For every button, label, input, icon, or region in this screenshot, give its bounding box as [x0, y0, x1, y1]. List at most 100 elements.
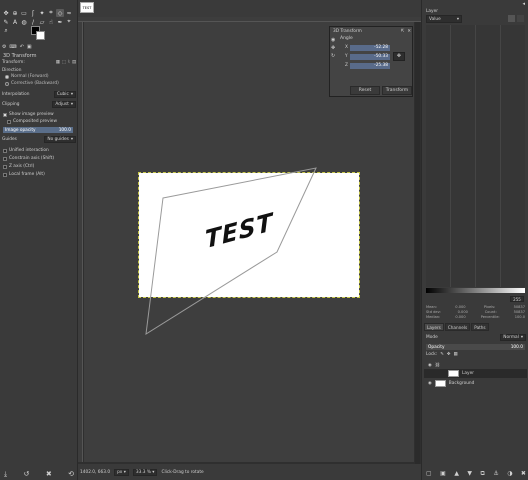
- camera-tab-icon[interactable]: ◉: [331, 37, 336, 43]
- undo-history-tab-icon[interactable]: ↶: [20, 44, 24, 50]
- raise-layer-icon[interactable]: ▲: [454, 470, 459, 478]
- layer-name: Background: [448, 381, 475, 386]
- guides-dropdown[interactable]: No guides ▾: [44, 136, 76, 143]
- x-label: X: [345, 45, 348, 50]
- text-tool-icon[interactable]: A: [11, 18, 19, 26]
- z-angle-field[interactable]: Z -25.38: [345, 62, 390, 69]
- delete-layer-icon[interactable]: ✖: [521, 470, 526, 478]
- range-max-field[interactable]: 255: [510, 296, 524, 302]
- chevron-down-icon: ▾: [70, 92, 73, 97]
- x-angle-field[interactable]: X -52.28: [345, 44, 390, 51]
- mode-dropdown[interactable]: Normal ▾: [500, 334, 526, 341]
- new-group-icon[interactable]: ▣: [440, 470, 446, 478]
- log-scale-icon[interactable]: [517, 15, 524, 22]
- status-bar: 1402.0, 663.0 px ▾ 33.3 % ▾ Click-Drag t…: [78, 464, 421, 480]
- mask-layer-icon[interactable]: ◑: [507, 470, 512, 478]
- vertical-scrollbar[interactable]: [415, 22, 420, 464]
- paint-tool-icon[interactable]: ✎: [2, 18, 10, 26]
- anchor-layer-icon[interactable]: ⚓: [493, 470, 498, 478]
- reset-button[interactable]: Reset: [350, 86, 380, 95]
- tab-channels[interactable]: Channels: [444, 323, 471, 331]
- zoom-tool-icon[interactable]: ⌕: [2, 27, 10, 35]
- tab-layers[interactable]: Layers: [424, 323, 444, 331]
- y-angle-field[interactable]: Y -50.33: [345, 53, 390, 60]
- reset-options-icon[interactable]: ⟲: [68, 470, 74, 479]
- dialog-header: 3D Transform ⇱ ✕: [330, 27, 414, 35]
- transform-button[interactable]: Transform: [382, 86, 412, 95]
- clipping-dropdown[interactable]: Adjust ▾: [52, 101, 76, 108]
- transform-selection-icon[interactable]: ⬚: [62, 60, 66, 65]
- image-tab[interactable]: TEST: [80, 2, 94, 13]
- constrain-axis-checkbox[interactable]: Constrain axis (Shift): [3, 156, 54, 161]
- visibility-eye-icon[interactable]: ◉: [428, 363, 432, 368]
- linear-scale-icon[interactable]: [508, 15, 515, 22]
- transform-layer-icon[interactable]: ▦: [56, 60, 60, 65]
- zoom-dropdown[interactable]: 33.3 % ▾: [132, 468, 158, 476]
- eraser-tool-icon[interactable]: ▱: [38, 18, 46, 26]
- readjust-icon[interactable]: ⇱: [401, 29, 405, 34]
- rect-select-icon[interactable]: ▭: [20, 9, 28, 17]
- lock-label: Lock:: [426, 352, 438, 357]
- lower-layer-icon[interactable]: ▼: [467, 470, 472, 478]
- save-preset-icon[interactable]: ⤓: [4, 470, 7, 479]
- tool-options-tab-icon[interactable]: ⚙: [2, 44, 6, 50]
- duplicate-layer-icon[interactable]: ⧉: [481, 470, 485, 478]
- lock-position-icon[interactable]: ✥: [447, 352, 451, 357]
- rotate-tab-icon[interactable]: ↻: [331, 53, 336, 59]
- opacity-value: 100.0: [510, 344, 523, 350]
- images-tab-icon[interactable]: ▣: [27, 44, 32, 50]
- composited-preview-checkbox[interactable]: Composited preview: [7, 119, 57, 124]
- tab-paths[interactable]: Paths: [471, 323, 489, 331]
- layer-opacity-slider[interactable]: Opacity 100.0: [426, 344, 525, 350]
- visibility-eye-icon[interactable]: ◉: [428, 381, 432, 386]
- image-opacity-label: Image opacity: [5, 127, 36, 133]
- crop-tool-icon[interactable]: ⌗: [47, 9, 55, 17]
- histogram-stats: Mean: 0.000 Pixels: 50837 Std dev: 0.000 Coun…: [426, 305, 525, 320]
- background-color-swatch[interactable]: [36, 31, 45, 40]
- lock-pixels-icon[interactable]: ✎: [440, 352, 444, 357]
- pivot-icon[interactable]: ✥: [393, 52, 405, 61]
- transform-image-icon[interactable]: ▤: [72, 60, 76, 65]
- transform-path-icon[interactable]: ⌇: [68, 60, 70, 65]
- toolbox-panel: ✥ ⊕ ▭ ʃ ✦ ⌗ ◇ ≈ ✎ A ◍ / ▱ ☝ ✒ ⌖ ⌕ ⚙ ⌨ ↶ …: [0, 0, 78, 480]
- align-tool-icon[interactable]: ⊕: [11, 9, 19, 17]
- move-tool-icon[interactable]: ✥: [2, 9, 10, 17]
- transform-3d-tool-icon[interactable]: ◇: [56, 9, 64, 17]
- z-value[interactable]: -25.38: [349, 62, 390, 69]
- device-status-tab-icon[interactable]: ⌨: [9, 44, 16, 50]
- vertical-ruler[interactable]: [78, 22, 83, 462]
- panel-menu-icon[interactable]: ◂: [522, 1, 525, 7]
- path-tool-icon[interactable]: ✒: [56, 18, 64, 26]
- x-value[interactable]: -52.28: [349, 44, 390, 51]
- direction-normal-radio[interactable]: Normal (Forward): [5, 74, 49, 79]
- fuzzy-select-icon[interactable]: ✦: [38, 9, 46, 17]
- close-icon[interactable]: ✕: [407, 29, 411, 34]
- move-tab-icon[interactable]: ✥: [331, 45, 336, 51]
- new-layer-icon[interactable]: ▢: [426, 470, 432, 478]
- interpolation-dropdown[interactable]: Cubic ▾: [53, 91, 76, 98]
- brush-tool-icon[interactable]: /: [29, 18, 37, 26]
- y-value[interactable]: -50.33: [349, 53, 390, 60]
- delete-preset-icon[interactable]: ✖: [46, 470, 52, 479]
- layer-row-selected[interactable]: Layer: [424, 369, 527, 378]
- z-axis-checkbox[interactable]: Z axis (Ctrl): [3, 164, 34, 169]
- smudge-tool-icon[interactable]: ☝: [47, 18, 55, 26]
- show-preview-checkbox[interactable]: Show image preview: [3, 112, 54, 117]
- unified-interaction-checkbox[interactable]: Unified interaction: [3, 148, 49, 153]
- bucket-tool-icon[interactable]: ◍: [20, 18, 28, 26]
- chain-icon[interactable]: ⛓: [435, 363, 440, 368]
- histogram-graph[interactable]: [426, 25, 525, 287]
- image-opacity-slider[interactable]: Image opacity 100.0: [3, 127, 73, 133]
- color-picker-icon[interactable]: ⌖: [65, 18, 73, 26]
- warp-tool-icon[interactable]: ≈: [65, 9, 73, 17]
- lock-alpha-icon[interactable]: ▦: [453, 352, 457, 357]
- channel-dropdown[interactable]: Value ▾: [426, 15, 462, 23]
- layers-dock-tabs: Layers Channels Paths: [424, 323, 527, 331]
- layer-row-background[interactable]: ◉ Background: [424, 379, 527, 388]
- unit-dropdown[interactable]: px ▾: [114, 468, 129, 476]
- restore-preset-icon[interactable]: ↺: [24, 470, 30, 479]
- free-select-icon[interactable]: ʃ: [29, 9, 37, 17]
- direction-corrective-radio[interactable]: Corrective (Backward): [5, 81, 59, 86]
- histogram-gradient-bar[interactable]: [426, 288, 525, 293]
- local-frame-checkbox[interactable]: Local frame (Alt): [3, 172, 45, 177]
